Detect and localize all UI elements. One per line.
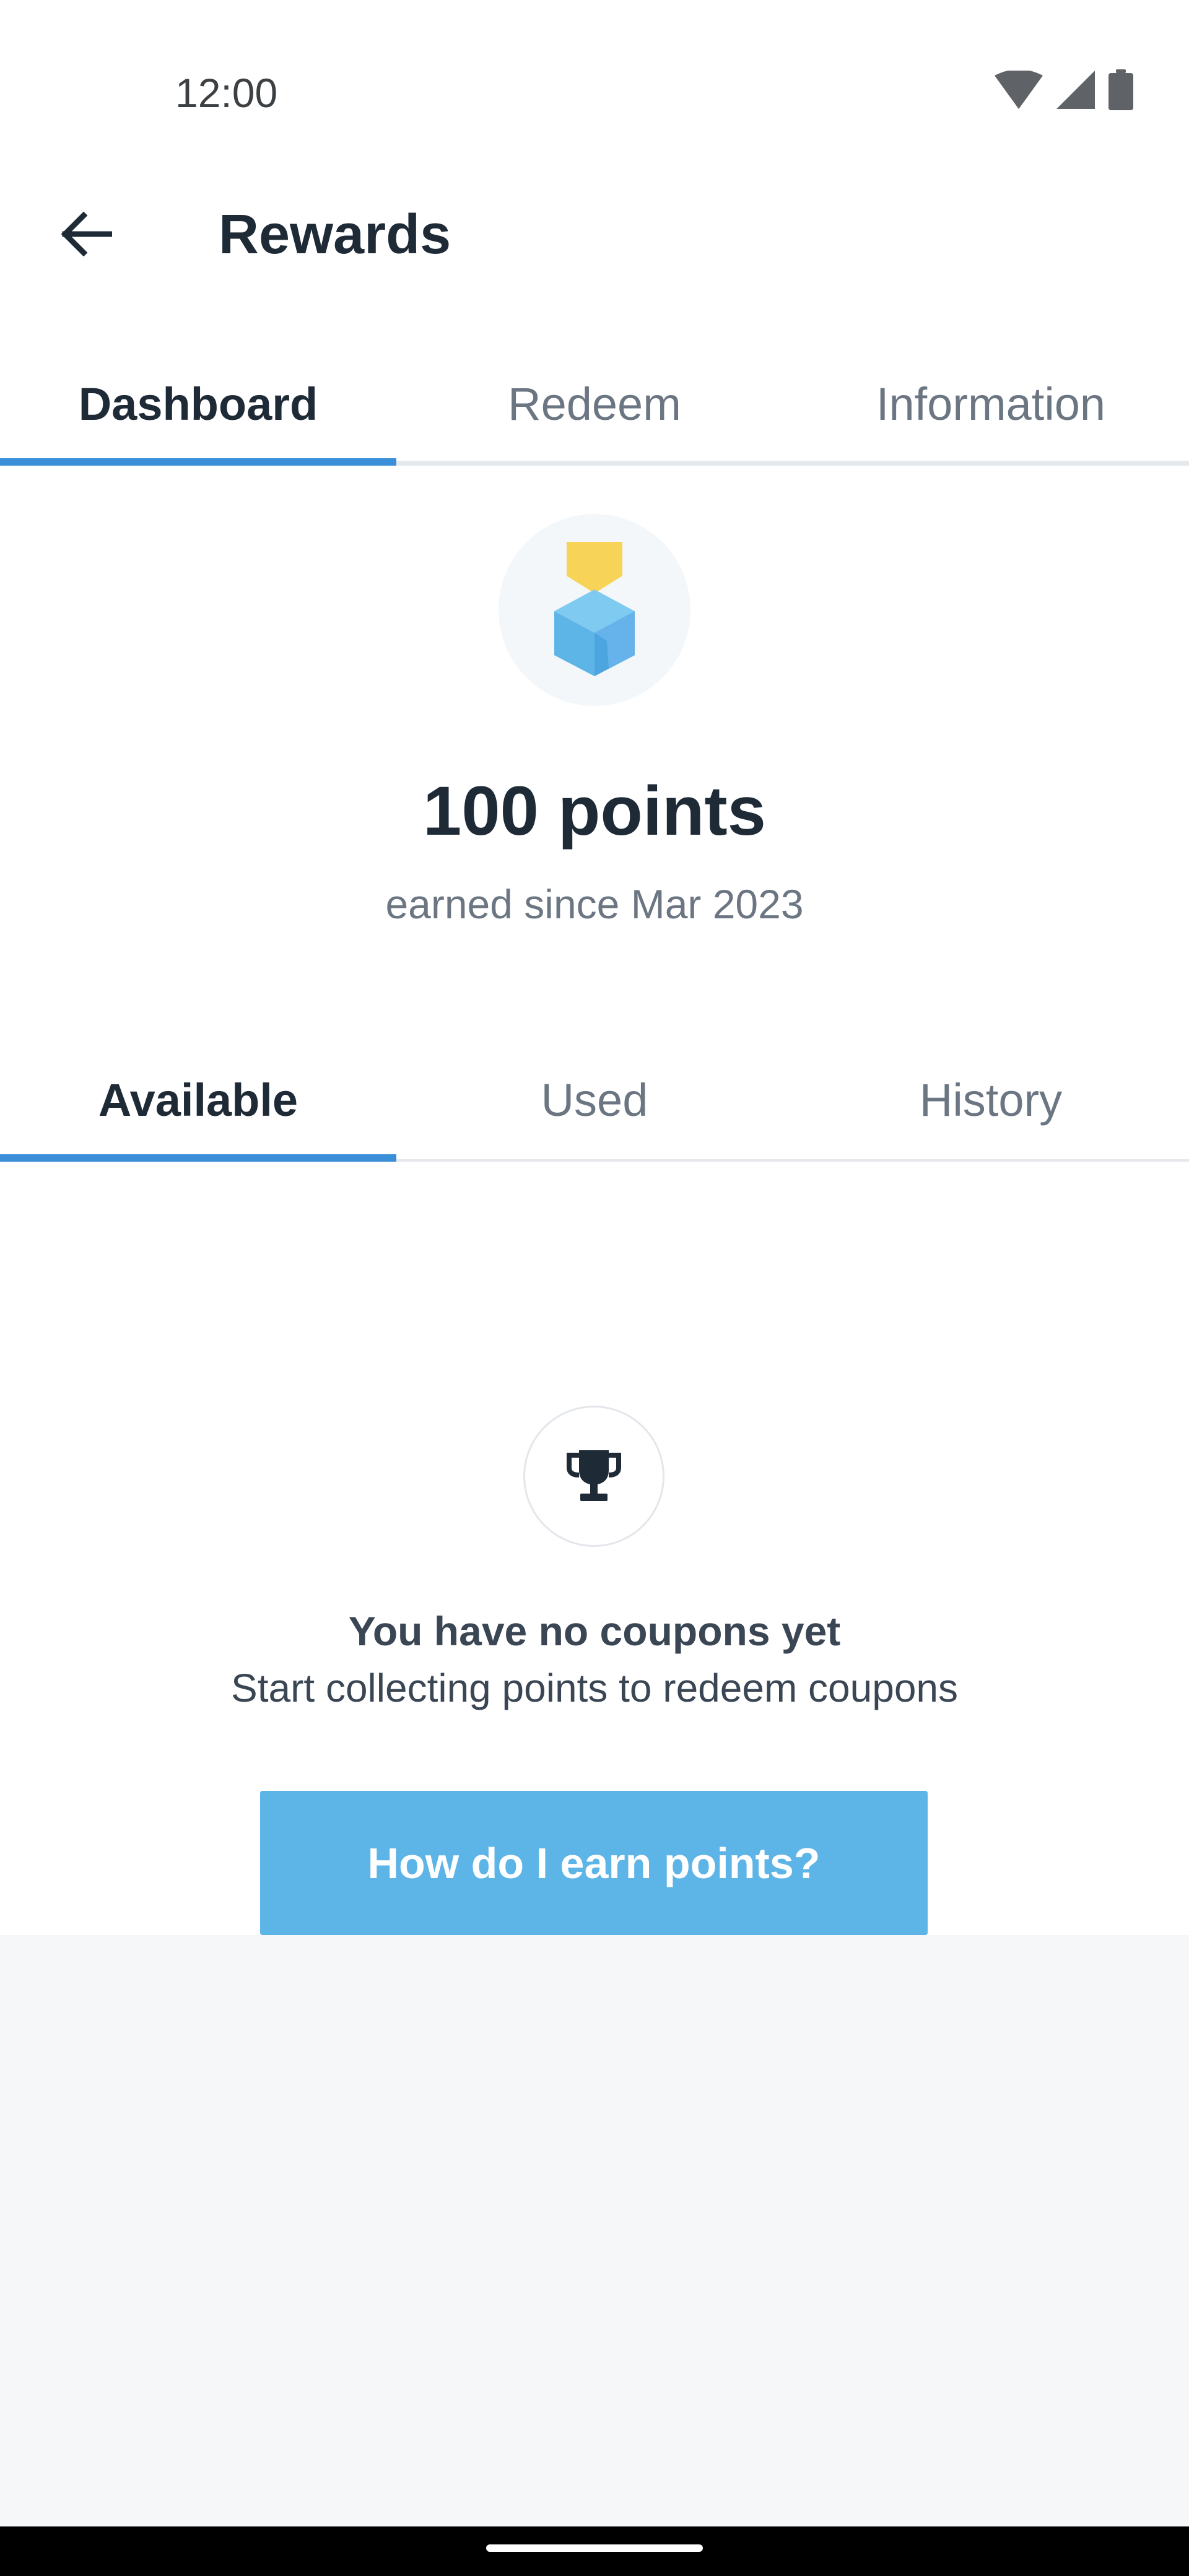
tab-information[interactable]: Information (793, 347, 1189, 461)
main-tabs: Dashboard Redeem Information (0, 347, 1189, 466)
footer-background (0, 1935, 1189, 2526)
wifi-icon (995, 69, 1043, 112)
how-to-earn-points-button[interactable]: How do I earn points? (260, 1791, 928, 1935)
medal-icon (499, 542, 690, 708)
tab-dashboard[interactable]: Dashboard (0, 347, 396, 466)
battery-icon (1108, 69, 1133, 113)
page-title: Rewards (219, 204, 451, 266)
tab-available[interactable]: Available (0, 1040, 396, 1162)
tab-redeem[interactable]: Redeem (396, 347, 793, 461)
home-indicator[interactable] (486, 2544, 703, 2552)
arrow-left-icon (59, 211, 112, 259)
status-bar: 12:00 (0, 0, 1189, 186)
trophy-icon (564, 1445, 624, 1508)
earned-since: earned since Mar 2023 (385, 881, 804, 927)
points-total: 100 points (423, 772, 766, 850)
tab-history[interactable]: History (793, 1040, 1189, 1159)
back-button[interactable] (43, 198, 127, 272)
status-icons (995, 69, 1133, 113)
system-navigation-bar (0, 2526, 1189, 2576)
cellular-signal-icon (1056, 71, 1095, 112)
empty-state-subtitle: Start collecting points to redeem coupon… (231, 1666, 958, 1710)
coupon-tabs: Available Used History (0, 1040, 1189, 1162)
tab-used[interactable]: Used (396, 1040, 793, 1159)
rewards-screen: 12:00 Rewards Dashboard Redeem Informati… (0, 0, 1189, 2576)
medal-badge (499, 514, 690, 706)
trophy-badge (523, 1406, 664, 1547)
empty-state-title: You have no coupons yet (348, 1608, 841, 1654)
status-time: 12:00 (175, 70, 278, 116)
app-bar: Rewards (0, 186, 1189, 285)
